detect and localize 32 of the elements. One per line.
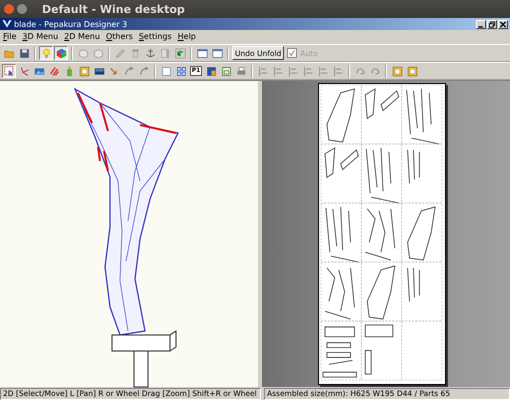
restore-button[interactable] [487,20,497,28]
align-icon[interactable] [316,64,330,78]
frame-icon[interactable] [390,64,404,78]
frame-icon[interactable] [77,64,91,78]
window-title: blade - Pepakura Designer 3 [14,20,128,28]
align-icon[interactable] [256,64,270,78]
desktop-title: Default - Wine desktop [42,2,185,16]
grid-icon[interactable] [174,64,188,78]
align-icon[interactable] [286,64,300,78]
window-icon[interactable] [210,46,224,60]
color-cube-icon[interactable] [54,46,68,60]
menu-item[interactable]: Settings [138,32,172,44]
dotted-cube-icon[interactable] [173,46,187,60]
menu-item[interactable]: 2D Menu [64,32,100,44]
align-icon[interactable] [271,64,285,78]
select-icon[interactable] [2,64,16,78]
minimize-button[interactable] [476,20,486,28]
close-button[interactable] [498,20,508,28]
checkmark-icon [288,49,296,57]
menu-item[interactable]: Help [178,32,196,44]
light-bulb-icon[interactable] [39,46,53,60]
window-icon[interactable] [195,46,209,60]
close-icon [499,20,507,28]
menu-item[interactable]: File [3,32,16,44]
frame-icon[interactable] [405,64,419,78]
color-pencils-icon[interactable] [47,64,61,78]
align-icon[interactable] [301,64,315,78]
align-icon[interactable] [331,64,345,78]
menu-item[interactable]: 3D Menu [22,32,58,44]
restore-icon [488,20,496,28]
menu-item[interactable]: Others [106,32,133,44]
dotted-square-icon[interactable] [159,64,173,78]
